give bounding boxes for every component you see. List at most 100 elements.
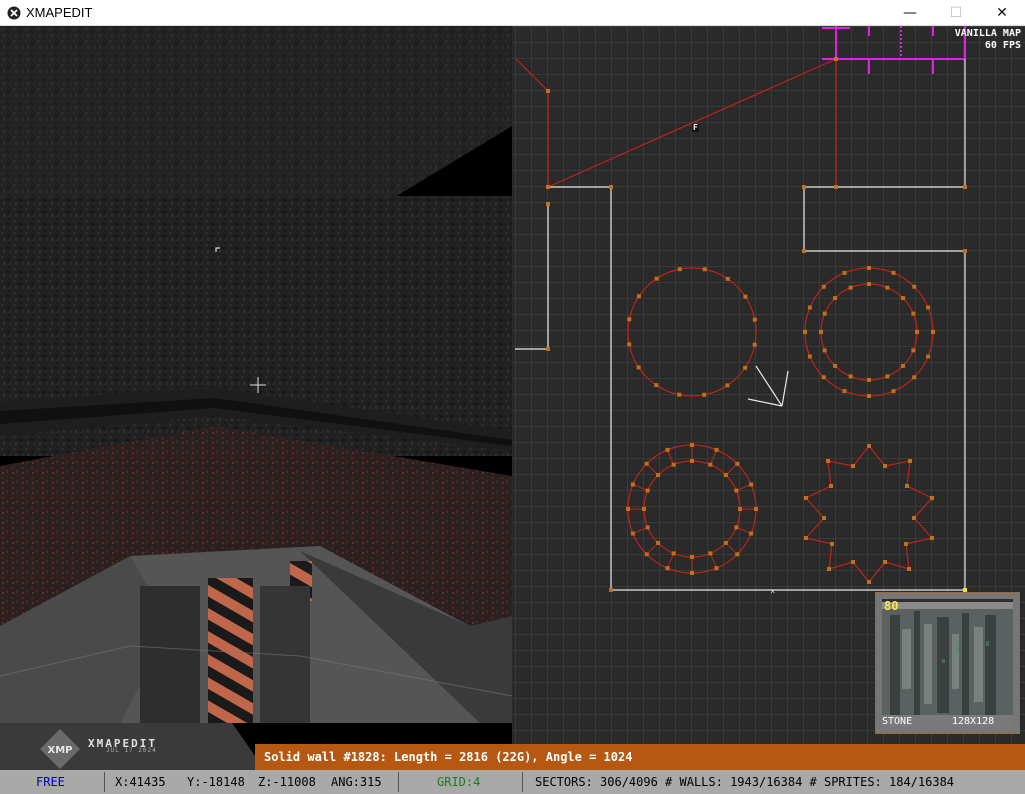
map-vertex [821, 284, 826, 289]
status-message: Solid wall #1828: Length = 2816 (22G), A… [264, 750, 633, 764]
map-vertex [749, 482, 754, 487]
map-vertex [827, 567, 831, 571]
texture-preview[interactable] [875, 592, 1020, 734]
map-vertex [891, 270, 896, 275]
map-vertex [644, 461, 649, 466]
map-vertex [734, 525, 739, 530]
map-vertex [665, 566, 670, 571]
map-vertex [803, 330, 807, 334]
map-vertex [905, 484, 909, 488]
map-vertex [904, 542, 908, 546]
map-vertex [912, 284, 917, 289]
map-vertex [656, 473, 661, 478]
mode-indicator[interactable]: FREE [36, 770, 65, 794]
map-vertex [833, 363, 838, 368]
cursor-z: Z:-11008 [258, 775, 316, 789]
map-vertex [908, 459, 912, 463]
map-vertex [677, 267, 682, 272]
cursor-angle: ANG:315 [331, 775, 382, 789]
map-vertex [665, 447, 670, 452]
map-vertex [630, 531, 635, 536]
minimize-icon: — [903, 5, 917, 21]
map-vertex [723, 473, 728, 478]
map-vertex [690, 459, 694, 463]
map-vertex [915, 330, 919, 334]
map-vertex [654, 276, 659, 281]
map-vertex [851, 560, 855, 564]
map-vertex [714, 566, 719, 571]
3d-scene [0, 26, 512, 723]
map-vertex [708, 462, 713, 467]
map-vertex [851, 464, 855, 468]
map-vertex [735, 552, 740, 557]
map-vertex [654, 383, 659, 388]
map-vertex [644, 552, 649, 557]
map-vertex [738, 507, 742, 511]
minimize-button[interactable]: — [887, 0, 933, 26]
map-vertex [883, 560, 887, 564]
map-vertex [822, 348, 827, 353]
map-vertex [725, 276, 730, 281]
map-vertex [708, 551, 713, 556]
map-vertex [912, 516, 916, 520]
map-vertex [842, 389, 847, 394]
map-vertex [867, 266, 871, 270]
maximize-button[interactable]: ☐ [933, 0, 979, 26]
map-vertex [690, 571, 694, 575]
map-vertex [911, 311, 916, 316]
map-vertex [891, 389, 896, 394]
map-vertex [829, 484, 833, 488]
map-vertex [867, 378, 871, 382]
map-vertex [752, 317, 757, 322]
logo-date: JUL 17 2024 [106, 747, 157, 754]
map-stats: SECTORS: 306/4096 # WALLS: 1943/16384 # … [535, 775, 955, 789]
map-vertex [885, 374, 890, 379]
map-vertex [743, 294, 748, 299]
logo-badge: XMP [48, 745, 73, 756]
map-vertex [848, 285, 853, 290]
map-vertex [743, 365, 748, 370]
grid-size[interactable]: GRID:4 [437, 770, 480, 794]
map-vertex [885, 285, 890, 290]
map-vertex [926, 305, 931, 310]
map-vertex [690, 555, 694, 559]
map-vertex [807, 305, 812, 310]
map-vertex [671, 551, 676, 556]
map-vertex [671, 462, 676, 467]
texture-size: 128X128 [952, 716, 995, 727]
map-vertex [645, 525, 650, 530]
map-vertex [702, 267, 707, 272]
map-vertex [867, 394, 871, 398]
map-vertex [848, 374, 853, 379]
map-vertex [627, 317, 632, 322]
map-vertex [911, 348, 916, 353]
map-vertex [900, 296, 905, 301]
map-vertex [833, 296, 838, 301]
fps-counter: 60 FPS [984, 40, 1021, 51]
close-icon: ✕ [996, 5, 1008, 21]
map-vertex [883, 464, 887, 468]
window-title: XMAPEDIT [26, 5, 93, 20]
cursor-x: X:41435 [115, 775, 166, 789]
map-mode-label: VANILLA MAP [954, 28, 1021, 39]
map-vertex [723, 540, 728, 545]
map-vertex [645, 488, 650, 493]
map-vertex [626, 507, 630, 511]
map-vertex [642, 507, 646, 511]
window-titlebar: XMAPEDIT — ☐ ✕ [0, 0, 1025, 26]
close-button[interactable]: ✕ [979, 0, 1025, 26]
map-vertex [749, 531, 754, 536]
map-vertex [807, 354, 812, 359]
map-vertex [804, 536, 808, 540]
map-vertex [930, 496, 934, 500]
map-vertex [822, 311, 827, 316]
map-vertex [842, 270, 847, 275]
map-vertex [930, 536, 934, 540]
map-vertex [867, 282, 871, 286]
map-vertex [702, 392, 707, 397]
sector-marker: F [693, 123, 698, 132]
3d-viewport[interactable] [0, 26, 512, 723]
map-vertex [900, 363, 905, 368]
texture-name: STONE [882, 716, 913, 727]
map-vertex [867, 444, 871, 448]
